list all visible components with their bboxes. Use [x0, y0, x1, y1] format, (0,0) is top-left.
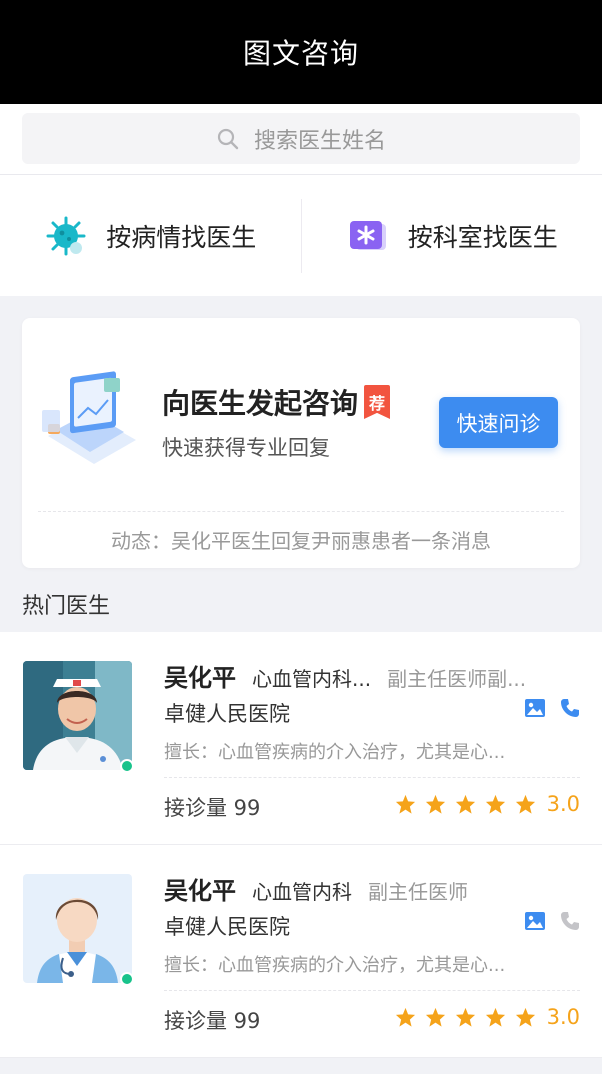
doctor-info-row: 吴化平 心血管内科 副主任医师 — [164, 871, 580, 906]
star-icon — [395, 1007, 415, 1027]
image-text-consult-icon[interactable] — [524, 698, 546, 718]
doctor-card[interactable]: 吴化平 心血管内科... 副主任医师副... 卓健人民医院 擅长：心血管疾病的介… — [0, 632, 602, 845]
star-icon — [425, 1007, 445, 1027]
find-by-department-button[interactable]: 按科室找医生 — [300, 198, 602, 273]
find-by-condition-label: 按病情找医生 — [106, 222, 257, 252]
consult-activity-text: 动态：吴化平医生回复尹丽惠患者一条消息 — [111, 529, 491, 553]
search-input[interactable]: 搜索医生姓名 — [22, 113, 580, 164]
online-status-dot — [120, 759, 134, 773]
star-icon — [395, 794, 415, 814]
hot-doctors-title: 热门医生 — [22, 594, 111, 619]
doctor-visit-count: 接诊量 99 — [164, 1009, 261, 1033]
star-icon — [455, 1007, 475, 1027]
search-bar: 搜索医生姓名 — [0, 104, 602, 175]
card-divider — [164, 990, 580, 991]
service-icons — [524, 698, 580, 718]
search-icon — [217, 128, 239, 149]
doctor-rating: 3.0 — [395, 1005, 580, 1029]
quick-consult-button[interactable]: 快速问诊 — [439, 397, 558, 448]
consult-divider — [38, 511, 564, 512]
star-icon — [425, 794, 445, 814]
recommend-badge: 荐 — [364, 385, 391, 419]
doctor-info-row: 吴化平 心血管内科... 副主任医师副... — [164, 658, 580, 693]
card-divider — [164, 777, 580, 778]
doctor-hospital: 卓健人民医院 — [164, 702, 290, 726]
find-by-condition-button[interactable]: 按病情找医生 — [0, 199, 301, 273]
doctor-card[interactable]: 吴化平 心血管内科 副主任医师 卓健人民医院 擅长：心血管疾病的介入治疗，尤其是… — [0, 845, 602, 1058]
nav-bar: 图文咨询 — [0, 0, 602, 104]
page-title: 图文咨询 — [242, 37, 359, 70]
rating-score: 3.0 — [546, 792, 580, 816]
consult-title-text: 向医生发起咨询 — [162, 387, 359, 420]
doctor-name: 吴化平 — [164, 664, 236, 692]
doctor-specialty: 擅长：心血管疾病的介入治疗，尤其是心... — [164, 742, 506, 763]
doctor-title: 副主任医师 — [368, 880, 468, 904]
doctor-visit-count: 接诊量 99 — [164, 796, 261, 820]
phone-consult-icon[interactable] — [560, 698, 580, 718]
doctor-department: 心血管内科 — [252, 880, 352, 904]
star-icon — [455, 794, 475, 814]
consult-card: 向医生发起咨询 荐 快速获得专业回复 快速问诊 动态：吴化平医生回复尹丽惠患者一… — [22, 318, 580, 568]
virus-icon — [44, 214, 88, 258]
star-icon — [485, 1007, 505, 1027]
rating-score: 3.0 — [546, 1005, 580, 1029]
online-status-dot — [120, 972, 134, 986]
consult-illustration — [38, 370, 142, 482]
entry-bar: 按病情找医生 按科室找医生 — [0, 175, 602, 296]
doctor-hospital: 卓健人民医院 — [164, 915, 290, 939]
star-icon — [515, 794, 535, 814]
consult-title: 向医生发起咨询 荐 — [162, 382, 391, 422]
doctor-rating: 3.0 — [395, 792, 580, 816]
find-by-department-label: 按科室找医生 — [407, 222, 558, 252]
image-text-consult-icon[interactable] — [524, 911, 546, 931]
doctor-name: 吴化平 — [164, 877, 236, 905]
doctor-avatar — [23, 874, 132, 983]
phone-consult-icon[interactable] — [560, 911, 580, 931]
doctor-department: 心血管内科... — [252, 667, 372, 691]
star-icon — [485, 794, 505, 814]
star-icon — [515, 1007, 535, 1027]
search-placeholder: 搜索医生姓名 — [253, 128, 386, 154]
consult-subtitle: 快速获得专业回复 — [162, 436, 330, 460]
doctor-avatar — [23, 661, 132, 770]
doctor-title: 副主任医师副... — [387, 667, 527, 691]
doctor-specialty: 擅长：心血管疾病的介入治疗，尤其是心... — [164, 955, 506, 976]
service-icons — [524, 911, 580, 931]
department-icon — [346, 214, 390, 258]
